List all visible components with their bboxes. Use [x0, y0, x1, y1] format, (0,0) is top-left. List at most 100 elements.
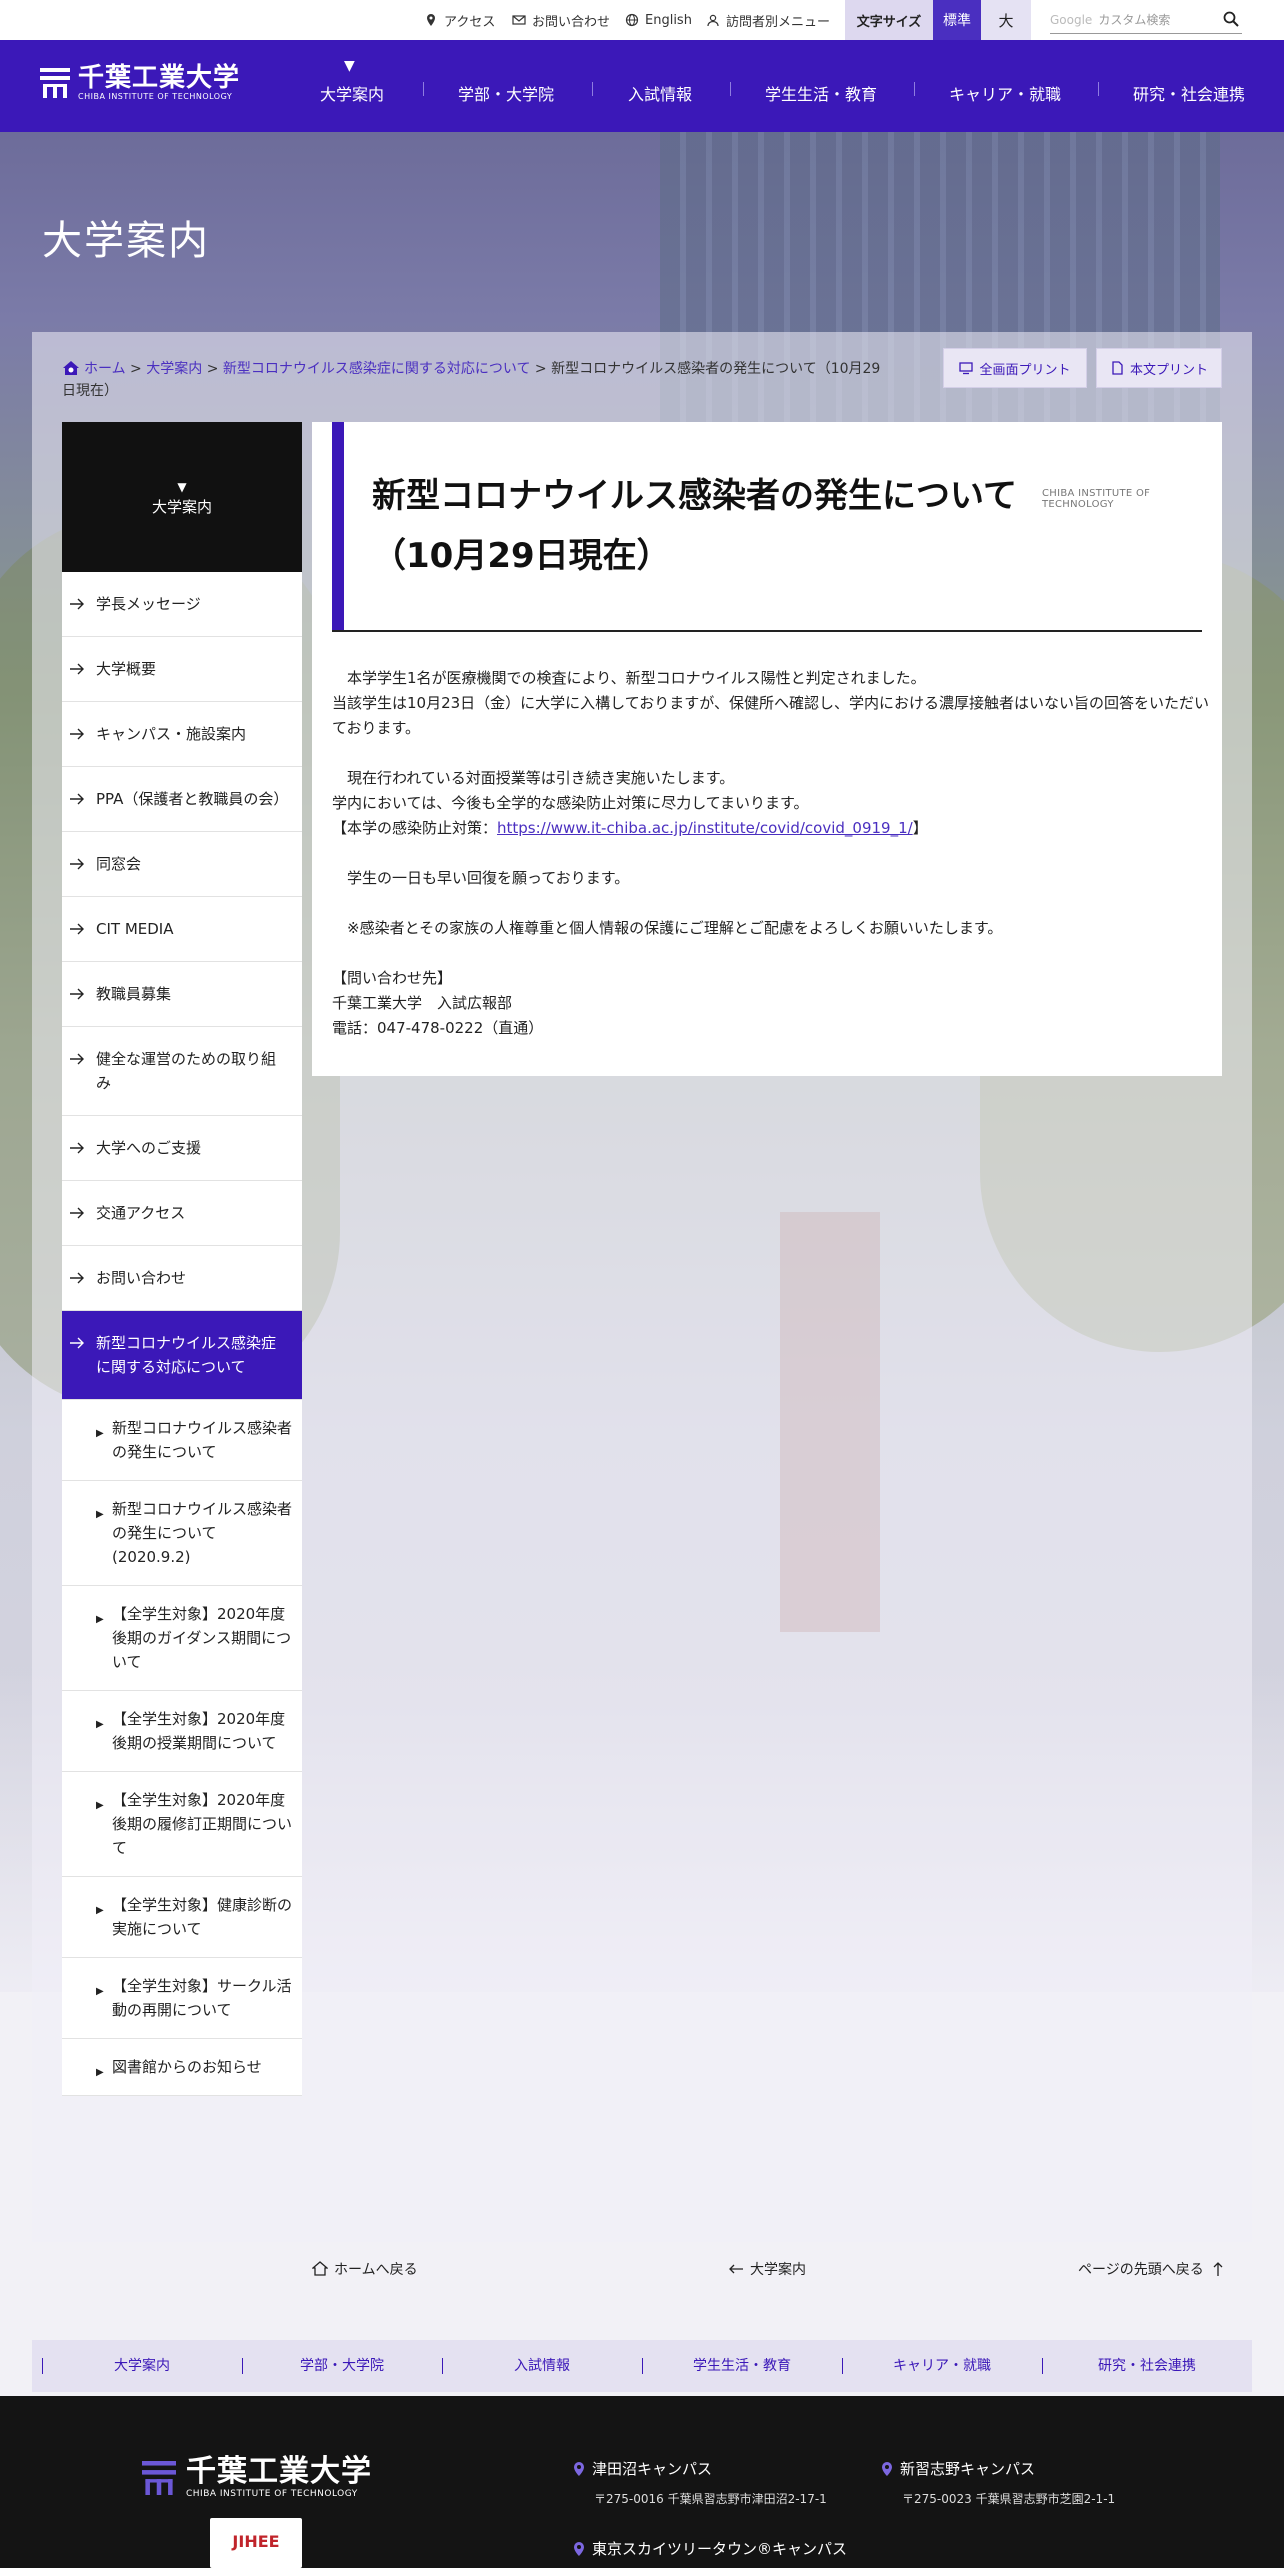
nav-item-research[interactable]: 研究・社会連携: [1124, 80, 1254, 110]
sidebar-item-contact[interactable]: お問い合わせ: [62, 1246, 302, 1311]
footer-nav-research[interactable]: 研究・社会連携: [1052, 2340, 1242, 2392]
footer-nav-student-life[interactable]: 学生生活・教育: [652, 2340, 832, 2392]
english-link[interactable]: English: [625, 0, 692, 40]
footer-nav-divider: [1042, 2358, 1043, 2374]
sidebar-subitem[interactable]: ▶ 新型コロナウイルス感染者の発生について(2020.9.2): [62, 1481, 302, 1586]
sidebar-item-recruitment[interactable]: 教職員募集: [62, 962, 302, 1027]
campus-address: 〒275-0016 千葉県習志野市津田沼2-17-1: [594, 2492, 827, 2506]
footer: 千葉工業大学 CHIBA INSTITUTE OF TECHNOLOGY JIH…: [0, 2396, 1284, 2568]
sidebar-item-covid[interactable]: 新型コロナウイルス感染症に関する対応について: [62, 1311, 302, 1400]
font-size-standard-button[interactable]: 標準: [933, 0, 981, 40]
access-link[interactable]: アクセス: [424, 0, 495, 40]
sidebar-item-campus[interactable]: キャンパス・施設案内: [62, 702, 302, 767]
font-size-label: 文字サイズ: [845, 0, 933, 40]
triangle-right-icon: ▶: [96, 1428, 104, 1439]
article-paragraph: 現在行われている対面授業等は引き続き実施いたします。: [332, 769, 735, 787]
footer-logo[interactable]: 千葉工業大学 CHIBA INSTITUTE OF TECHNOLOGY: [142, 2456, 372, 2500]
map-pin-icon: [574, 2461, 584, 2476]
sidebar-header[interactable]: ▼ 大学案内: [62, 422, 302, 572]
title-divider: [332, 630, 1202, 632]
article-paragraph: 【本学の感染防止対策：https://www.it-chiba.ac.jp/in…: [332, 819, 928, 837]
sidebar-item-governance[interactable]: 健全な運営のための取り組み: [62, 1027, 302, 1116]
footer-nav-career[interactable]: キャリア・就職: [852, 2340, 1032, 2392]
search-input[interactable]: Google カスタム検索: [1050, 6, 1242, 34]
triangle-right-icon: ▶: [96, 1509, 104, 1520]
university-logo-icon: [142, 2461, 176, 2495]
arrow-right-icon: [70, 1053, 84, 1065]
arrow-right-icon: [70, 923, 84, 935]
home-icon: [312, 2261, 328, 2276]
sidebar-item-support[interactable]: 大学へのご支援: [62, 1116, 302, 1181]
campus-shin-narashino[interactable]: 新習志野キャンパス: [880, 2458, 1035, 2479]
nav-item-career[interactable]: キャリア・就職: [940, 80, 1070, 110]
sidebar-subitem[interactable]: ▶ 【全学生対象】2020年度後期のガイダンス期間について: [62, 1586, 302, 1691]
footer-nav-about[interactable]: 大学案内: [52, 2340, 232, 2392]
nav-divider: [914, 82, 915, 96]
arrow-right-icon: [70, 793, 84, 805]
sidebar-subitem[interactable]: ▶ 【全学生対象】サークル活動の再開について: [62, 1958, 302, 2039]
user-icon: [707, 14, 719, 27]
sidebar-subitem[interactable]: ▶ 【全学生対象】健康診断の実施について: [62, 1877, 302, 1958]
site-logo[interactable]: 千葉工業大学 CHIBA INSTITUTE OF TECHNOLOGY: [40, 64, 240, 102]
breadcrumb-about[interactable]: 大学案内: [146, 361, 202, 377]
covid-measures-link[interactable]: https://www.it-chiba.ac.jp/institute/cov…: [497, 819, 913, 837]
back-to-top-link[interactable]: ページの先頭へ戻る: [1078, 2254, 1226, 2284]
breadcrumb-covid[interactable]: 新型コロナウイルス感染症に関する対応について: [223, 361, 531, 377]
contact-link[interactable]: お問い合わせ: [512, 0, 610, 40]
sidebar-item-president-message[interactable]: 学長メッセージ: [62, 572, 302, 637]
breadcrumb-home[interactable]: ホーム: [84, 361, 126, 377]
campus-address: 〒275-0023 千葉県習志野市芝園2-1-1: [902, 2492, 1116, 2506]
font-size-large-button[interactable]: 大: [981, 0, 1031, 40]
triangle-right-icon: ▶: [96, 1719, 104, 1730]
document-icon: [1112, 361, 1123, 375]
map-pin-icon: [882, 2461, 892, 2476]
arrow-right-icon: [70, 1337, 84, 1349]
article-paragraph: 学内においては、今後も全学的な感染防止対策に尽力してまいります。: [332, 794, 809, 812]
sidebar-subitem[interactable]: ▶ 図書館からのお知らせ: [62, 2039, 302, 2096]
campus-skytree[interactable]: 東京スカイツリータウン®キャンパス: [572, 2538, 847, 2559]
article-tag: CHIBA INSTITUTE OF TECHNOLOGY: [1042, 488, 1151, 510]
nav-item-student-life[interactable]: 学生生活・教育: [756, 80, 886, 110]
sidebar-subitem[interactable]: ▶ 【全学生対象】2020年度後期の授業期間について: [62, 1691, 302, 1772]
footer-nav-divider: [242, 2358, 243, 2374]
sidebar-item-ppa[interactable]: PPA（保護者と教職員の会）: [62, 767, 302, 832]
arrow-left-icon: [729, 2264, 743, 2274]
footer-nav-faculties[interactable]: 学部・大学院: [252, 2340, 432, 2392]
footer-nav-admissions[interactable]: 入試情報: [452, 2340, 632, 2392]
breadcrumb-separator: >: [206, 361, 219, 377]
sidebar: ▼ 大学案内 学長メッセージ 大学概要 キャンパス・施設案内 PPA（保護者と教…: [62, 422, 302, 2096]
back-parent-link[interactable]: 大学案内: [728, 2254, 806, 2284]
map-pin-icon: [427, 14, 435, 26]
visitor-menu-link[interactable]: 訪問者別メニュー: [706, 0, 830, 40]
sidebar-subitem[interactable]: ▶ 新型コロナウイルス感染者の発生について: [62, 1400, 302, 1481]
footer-nav-divider: [42, 2358, 43, 2374]
arrow-up-icon: [1213, 2262, 1223, 2276]
sidebar-subitem[interactable]: ▶ 【全学生対象】2020年度後期の履修訂正期間について: [62, 1772, 302, 1877]
nav-current-indicator-icon: ▼: [344, 58, 355, 74]
brand-name: 千葉工業大学: [78, 63, 241, 93]
sidebar-item-overview[interactable]: 大学概要: [62, 637, 302, 702]
print-body-button[interactable]: 本文プリント: [1096, 348, 1222, 388]
sidebar-item-alumni[interactable]: 同窓会: [62, 832, 302, 897]
back-home-link[interactable]: ホームへ戻る: [312, 2254, 418, 2284]
contact-heading: 【問い合わせ先】: [332, 969, 453, 987]
nav-item-admissions[interactable]: 入試情報: [618, 80, 702, 110]
monitor-icon: [959, 362, 974, 375]
print-full-button[interactable]: 全画面プリント: [943, 348, 1087, 388]
sidebar-item-access[interactable]: 交通アクセス: [62, 1181, 302, 1246]
nav-divider: [423, 82, 424, 96]
brand-name-en: CHIBA INSTITUTE OF TECHNOLOGY: [78, 92, 233, 101]
arrow-right-icon: [70, 1142, 84, 1154]
utility-bar: アクセス お問い合わせ English 訪問者別メニュー 文字サイズ 標準 大 …: [0, 0, 1284, 40]
campus-tsudanuma[interactable]: 津田沼キャンパス: [572, 2458, 712, 2479]
article-body: 本学学生1名が医療機関での検査により、新型コロナウイルス陽性と判定されました。 …: [332, 666, 1212, 1041]
nav-item-about[interactable]: 大学案内: [302, 80, 402, 110]
arrow-right-icon: [70, 598, 84, 610]
accreditation-badge[interactable]: JIHEE: [210, 2518, 302, 2568]
article-paragraph: 当該学生は10月23日（金）に大学に入構しておりますが、保健所へ確認し、学内にお…: [332, 694, 1209, 737]
nav-item-faculties[interactable]: 学部・大学院: [446, 80, 566, 110]
contact-phone: 電話：047-478-0222（直通）: [332, 1019, 544, 1037]
sidebar-item-cit-media[interactable]: CIT MEDIA: [62, 897, 302, 962]
section-title: 大学案内: [42, 218, 210, 264]
search-icon[interactable]: [1222, 10, 1240, 28]
